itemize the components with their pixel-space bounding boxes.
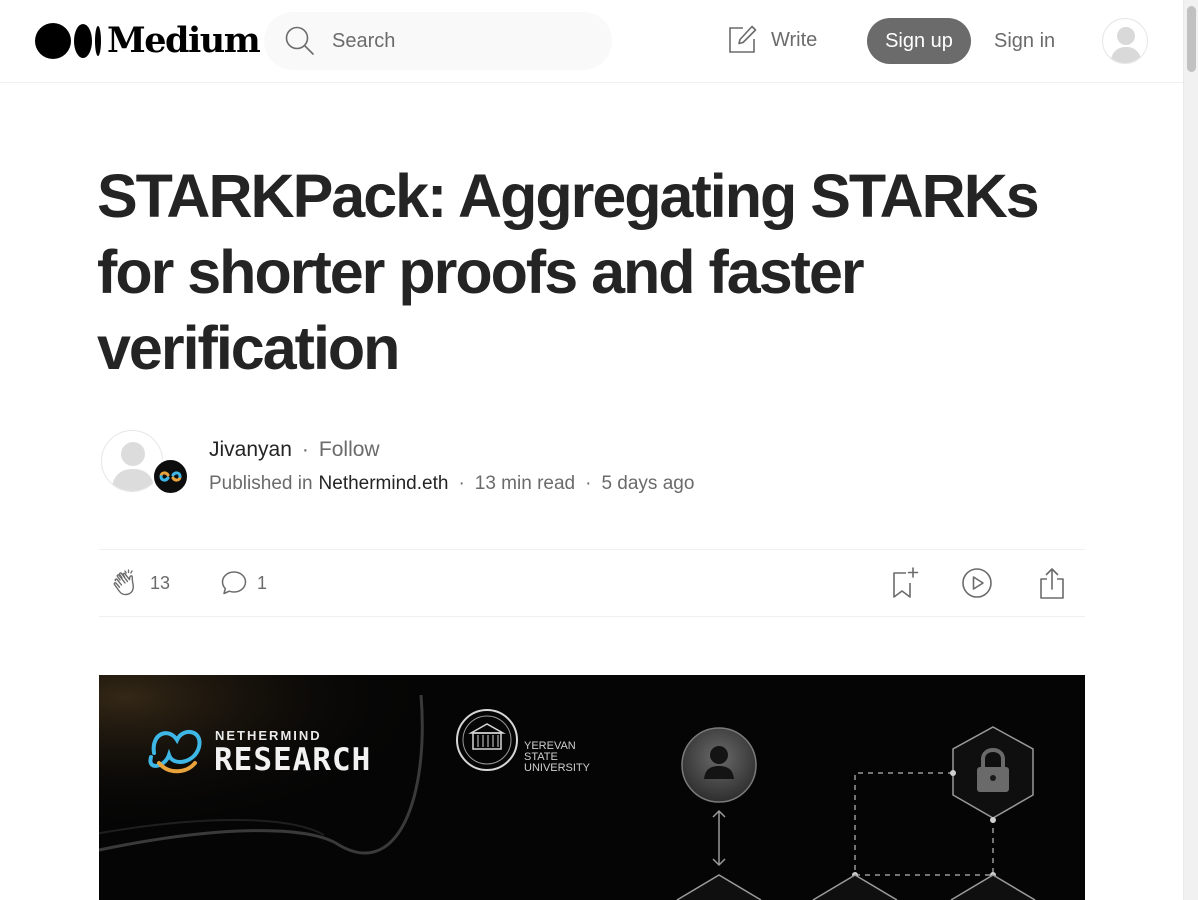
follow-button[interactable]: Follow (319, 436, 380, 464)
published-in-label: Published in (209, 473, 313, 494)
search-bar[interactable] (264, 12, 612, 70)
play-icon[interactable] (961, 567, 993, 599)
prover-avatar-icon (681, 727, 757, 803)
user-avatar-icon[interactable] (1102, 18, 1148, 64)
article-action-bar: 13 1 (99, 549, 1085, 617)
publish-date: 5 days ago (601, 473, 695, 494)
article-meta: Published in Nethermind.eth · 13 min rea… (209, 471, 694, 497)
separator-dot: · (585, 473, 592, 494)
author-row: Jivanyan · Follow (209, 436, 380, 464)
write-label: Write (771, 28, 818, 51)
page-scrollbar[interactable] (1183, 0, 1198, 900)
write-button[interactable]: Write (726, 22, 817, 58)
hero-brand-small: NETHERMIND (215, 728, 322, 743)
search-input[interactable] (332, 26, 592, 56)
response-count: 1 (257, 573, 268, 593)
separator-dot: · (458, 473, 465, 494)
logo-text: Medium (107, 20, 261, 61)
article-hero-image: NETHERMIND RESEARCH YEREVAN STATE UNIVER… (99, 675, 1085, 900)
article-title: STARKPack: Aggregating STARKs for shorte… (97, 162, 1040, 382)
search-icon (285, 26, 314, 55)
clap-icon[interactable] (111, 567, 143, 599)
hero-brand-large: RESEARCH (214, 742, 371, 778)
medium-logo-mark-icon (35, 23, 101, 59)
top-navigation-bar: Medium Write Sign up Sign in (0, 0, 1183, 83)
response-icon[interactable] (220, 569, 248, 597)
sign-up-button[interactable]: Sign up (867, 18, 971, 64)
publication-name-link[interactable]: Nethermind.eth (319, 471, 449, 497)
share-icon[interactable] (1036, 566, 1068, 600)
read-time: 13 min read (474, 473, 576, 494)
hero-university-line-3: UNIVERSITY (524, 762, 591, 774)
clap-count: 13 (150, 573, 171, 593)
author-name-link[interactable]: Jivanyan (209, 436, 292, 464)
bookmark-add-icon[interactable] (889, 566, 921, 600)
medium-logo[interactable]: Medium (35, 20, 261, 61)
publication-logo-icon[interactable] (152, 458, 189, 495)
write-icon (729, 25, 757, 53)
sign-in-link[interactable]: Sign in (994, 28, 1055, 54)
scrollbar-thumb[interactable] (1187, 6, 1196, 72)
separator-dot: · (301, 438, 309, 461)
